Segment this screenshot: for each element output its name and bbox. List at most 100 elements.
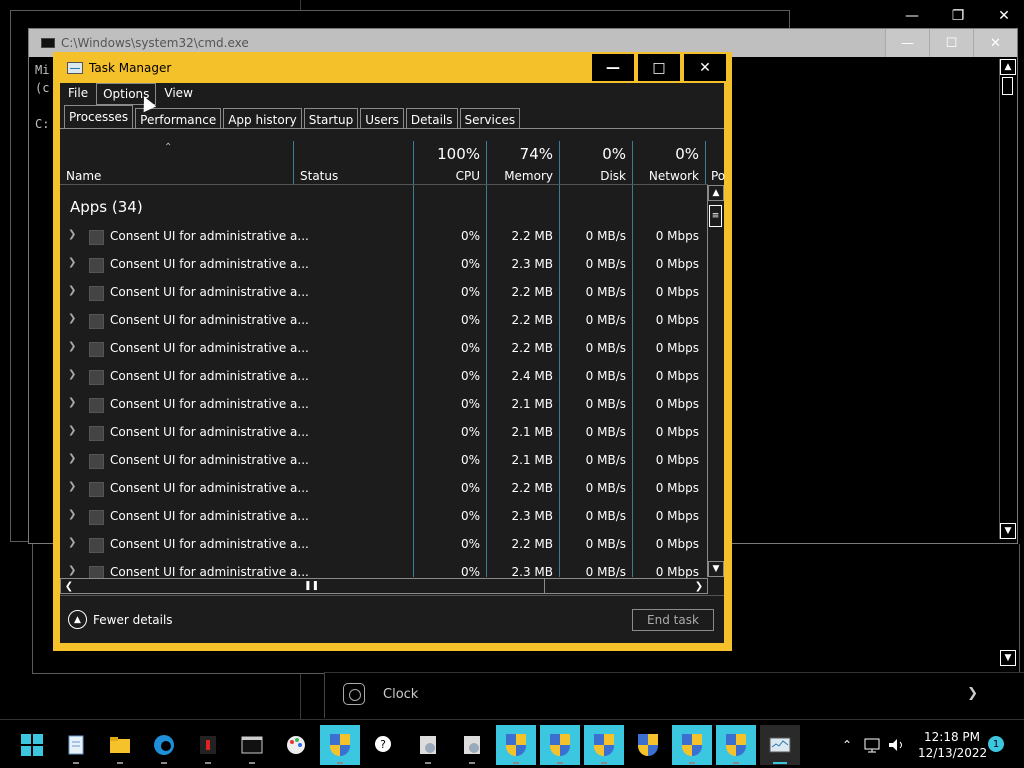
- column-disk[interactable]: Disk: [566, 169, 626, 183]
- taskbar-help[interactable]: ?: [364, 725, 404, 765]
- cmd-minimize-icon[interactable]: —: [885, 29, 929, 57]
- chevron-right-icon[interactable]: ❯: [68, 453, 76, 464]
- minimize-icon[interactable]: —: [900, 6, 924, 26]
- system-clock[interactable]: 12:18 PM 12/13/2022: [918, 729, 987, 761]
- show-hidden-icons[interactable]: ⌃: [836, 725, 858, 765]
- restore-icon[interactable]: ❐: [946, 6, 970, 26]
- table-row[interactable]: ❯ Consent UI for administrative a... 0% 2.2…: [60, 223, 708, 251]
- taskbar-uac-6[interactable]: [672, 725, 712, 765]
- chevron-right-icon[interactable]: ❯: [68, 229, 76, 240]
- tab-details[interactable]: Details: [405, 108, 458, 129]
- minimize-icon[interactable]: —: [591, 53, 635, 82]
- chevron-right-icon[interactable]: ❯: [68, 565, 76, 576]
- taskbar-uac-1[interactable]: [320, 725, 360, 765]
- maximize-icon[interactable]: □: [637, 53, 681, 82]
- horizontal-scrollbar[interactable]: ❮ ❚❚ ❯: [60, 578, 708, 594]
- network-tray[interactable]: [862, 725, 884, 765]
- menu-file[interactable]: File: [62, 83, 94, 105]
- column-power[interactable]: Po: [711, 169, 725, 183]
- close-icon[interactable]: ✕: [992, 6, 1016, 26]
- table-row[interactable]: ❯ Consent UI for administrative a... 0% 2.2…: [60, 475, 708, 503]
- cpu-value: 0%: [460, 257, 480, 271]
- taskbar-uac-2[interactable]: [496, 725, 536, 765]
- close-icon[interactable]: ✕: [683, 53, 727, 82]
- cmd-maximize-icon[interactable]: ☐: [929, 29, 973, 57]
- column-memory[interactable]: Memory: [493, 169, 553, 183]
- taskbar-file-explorer[interactable]: [100, 725, 140, 765]
- tab-performance[interactable]: Performance: [135, 108, 222, 129]
- scroll-up-icon[interactable]: ▲: [1000, 59, 1016, 75]
- chevron-right-icon[interactable]: ❯: [68, 313, 76, 324]
- taskbar-uac-5[interactable]: [628, 725, 668, 765]
- table-row[interactable]: ❯ Consent UI for administrative a... 0% 2.3…: [60, 251, 708, 279]
- notification-badge[interactable]: 1: [988, 736, 1004, 752]
- taskbar-app-settings[interactable]: [408, 725, 448, 765]
- memory-value: 2.4 MB: [511, 369, 553, 383]
- table-row[interactable]: ❯ Consent UI for administrative a... 0% 2.2…: [60, 307, 708, 335]
- scroll-thumb[interactable]: [1002, 77, 1013, 95]
- column-status[interactable]: Status: [300, 169, 338, 183]
- cpu-total[interactable]: 100%: [420, 145, 480, 163]
- scroll-up-icon[interactable]: ▲: [708, 185, 724, 201]
- column-cpu[interactable]: CPU: [420, 169, 480, 183]
- taskbar-task-manager[interactable]: [760, 725, 800, 765]
- end-task-button[interactable]: End task: [632, 609, 714, 631]
- column-name[interactable]: Name: [66, 169, 101, 183]
- tab-startup[interactable]: Startup: [303, 108, 359, 129]
- network-total[interactable]: 0%: [639, 145, 699, 163]
- scroll-down-icon[interactable]: ▼: [1000, 523, 1016, 539]
- disk-total[interactable]: 0%: [566, 145, 626, 163]
- table-row[interactable]: ❯ Consent UI for administrative a... 0% 2.1…: [60, 419, 708, 447]
- cpu-value: 0%: [460, 229, 480, 243]
- task-manager-titlebar[interactable]: Task Manager — □ ✕: [53, 52, 732, 83]
- table-row[interactable]: ❯ Consent UI for administrative a... 0% 2.1…: [60, 391, 708, 419]
- menu-view[interactable]: View: [158, 83, 198, 105]
- table-row[interactable]: ❯ Consent UI for administrative a... 0% 2.2…: [60, 279, 708, 307]
- chevron-right-icon[interactable]: ❯: [68, 369, 76, 380]
- tab-processes[interactable]: Processes: [64, 105, 134, 129]
- chevron-right-icon[interactable]: ❯: [68, 397, 76, 408]
- clock-list-item[interactable]: Clock ❯: [324, 672, 1024, 718]
- table-row[interactable]: ❯ Consent UI for administrative a... 0% 2.4…: [60, 363, 708, 391]
- table-row[interactable]: ❯ Consent UI for administrative a... 0% 2.3…: [60, 503, 708, 531]
- taskbar-app-red[interactable]: [188, 725, 228, 765]
- chevron-right-icon[interactable]: ❯: [68, 425, 76, 436]
- tab-app-history[interactable]: App history: [223, 108, 302, 129]
- tab-users[interactable]: Users: [360, 108, 404, 129]
- chevron-right-icon[interactable]: ❯: [68, 537, 76, 548]
- memory-total[interactable]: 74%: [493, 145, 553, 163]
- fewer-details-button[interactable]: ▲ Fewer details: [68, 610, 173, 629]
- chevron-right-icon[interactable]: ❯: [68, 285, 76, 296]
- scroll-down-icon[interactable]: ▼: [1000, 650, 1016, 666]
- taskbar-uac-3[interactable]: [540, 725, 580, 765]
- column-network[interactable]: Network: [639, 169, 699, 183]
- cmd-output[interactable]: Mi (c C:: [35, 61, 49, 133]
- taskbar-uac-4[interactable]: [584, 725, 624, 765]
- volume-tray[interactable]: [886, 725, 908, 765]
- taskbar-notepad[interactable]: [56, 725, 96, 765]
- scroll-right-icon[interactable]: ❯: [691, 579, 707, 593]
- scroll-thumb[interactable]: ❚❚: [79, 579, 545, 593]
- chevron-right-icon[interactable]: ❯: [68, 509, 76, 520]
- chevron-right-icon[interactable]: ❯: [68, 257, 76, 268]
- taskbar-edge[interactable]: [144, 725, 184, 765]
- scroll-down-icon[interactable]: ▼: [708, 561, 724, 577]
- start-button[interactable]: [12, 725, 52, 765]
- scroll-left-icon[interactable]: ❮: [61, 579, 77, 593]
- taskbar-app-settings-2[interactable]: [452, 725, 492, 765]
- cmd-scrollbar[interactable]: ▲ ▼: [999, 59, 1016, 539]
- cmd-icon: [41, 38, 55, 48]
- chevron-right-icon[interactable]: ❯: [68, 341, 76, 352]
- table-row[interactable]: ❯ Consent UI for administrative a... 0% 2.3…: [60, 559, 708, 579]
- table-row[interactable]: ❯ Consent UI for administrative a... 0% 2.1…: [60, 447, 708, 475]
- tab-services[interactable]: Services: [459, 108, 521, 129]
- table-row[interactable]: ❯ Consent UI for administrative a... 0% 2.2…: [60, 531, 708, 559]
- taskbar-uac-7[interactable]: [716, 725, 756, 765]
- taskbar-cmd[interactable]: [232, 725, 272, 765]
- chevron-right-icon[interactable]: ❯: [68, 481, 76, 492]
- table-row[interactable]: ❯ Consent UI for administrative a... 0% 2.2…: [60, 335, 708, 363]
- scroll-thumb[interactable]: ≡: [709, 205, 722, 227]
- taskbar-paint[interactable]: [276, 725, 316, 765]
- vertical-scrollbar[interactable]: ▲ ≡ ▼: [707, 185, 724, 577]
- cmd-close-icon[interactable]: ✕: [973, 29, 1017, 57]
